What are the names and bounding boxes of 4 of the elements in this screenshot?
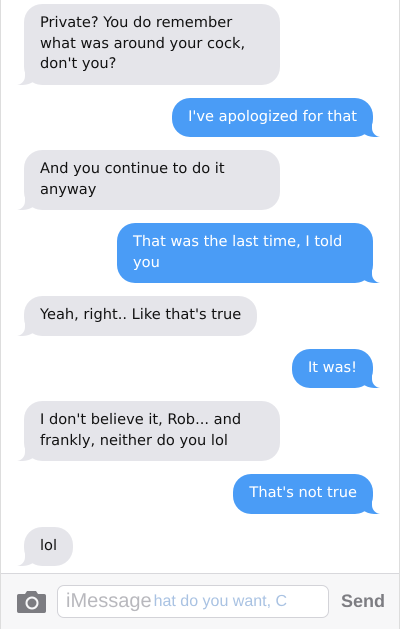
camera-icon[interactable] [16, 590, 47, 613]
message-input-field[interactable]: iMessage hat do you want, C [57, 585, 329, 618]
send-button[interactable]: Send [338, 591, 385, 612]
faded-message-text: hat do you want, C [154, 592, 288, 610]
